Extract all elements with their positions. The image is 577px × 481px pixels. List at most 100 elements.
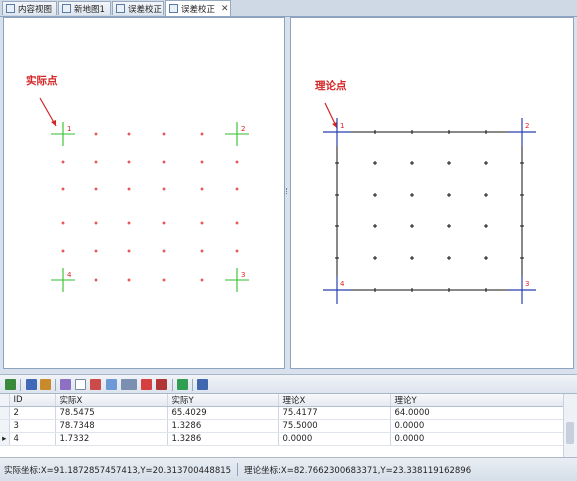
edit-all-icon[interactable] — [106, 379, 117, 390]
cell-theoretical-y[interactable]: 0.0000 — [390, 432, 564, 446]
theoretical-point-marker — [484, 256, 488, 260]
actual-point-marker — [162, 278, 166, 282]
theoretical-point-marker — [447, 256, 451, 260]
control-point-label: 3 — [525, 280, 529, 288]
actual-point-marker — [127, 278, 131, 282]
column-header-id[interactable]: ID — [9, 394, 56, 407]
cell-id[interactable]: 2 — [9, 406, 56, 420]
theoretical-point-marker — [484, 224, 488, 228]
transform-icon[interactable] — [177, 379, 188, 390]
control-point-cross — [508, 276, 536, 304]
actual-point-marker — [127, 187, 131, 191]
actual-point-marker — [200, 278, 204, 282]
cell-actual-y[interactable]: 1.3286 — [167, 419, 279, 433]
actual-point-marker — [235, 187, 239, 191]
cell-actual-y[interactable]: 65.4029 — [167, 406, 279, 420]
delete-all-icon[interactable] — [156, 379, 167, 390]
actual-point-marker — [127, 249, 131, 253]
cell-theoretical-x[interactable]: 75.4177 — [278, 406, 391, 420]
cell-actual-y[interactable]: 1.3286 — [167, 432, 279, 446]
cell-theoretical-y[interactable]: 64.0000 — [390, 406, 564, 420]
tab-content-view[interactable]: 内容视图 — [2, 1, 57, 15]
actual-point-marker — [94, 249, 98, 253]
correction-icon — [169, 4, 178, 13]
control-point-label: 2 — [241, 125, 245, 133]
column-header-theoretical-y[interactable]: 理论Y — [390, 394, 564, 407]
control-point-cross — [323, 118, 351, 146]
edit-icon[interactable] — [90, 379, 101, 390]
column-header-actual-x[interactable]: 实际X — [55, 394, 168, 407]
actual-point-marker — [94, 278, 98, 282]
actual-point-marker — [94, 187, 98, 191]
actual-point-marker — [162, 132, 166, 136]
control-point-label: 1 — [340, 122, 344, 130]
control-point-label: 1 — [67, 125, 71, 133]
map-icon — [62, 4, 71, 13]
actual-point-marker — [162, 187, 166, 191]
control-points-table[interactable]: ID 实际X 实际Y 理论X 理论Y 2 78.5475 65.4029 75.… — [0, 394, 577, 458]
theoretical-point-marker — [410, 256, 414, 260]
actual-point-marker — [162, 160, 166, 164]
cell-theoretical-y[interactable]: 0.0000 — [390, 419, 564, 433]
column-header-actual-y[interactable]: 实际Y — [167, 394, 279, 407]
theoretical-point-marker — [484, 161, 488, 165]
cell-theoretical-x[interactable]: 75.5000 — [278, 419, 391, 433]
current-row-indicator[interactable]: ▸ — [0, 432, 10, 446]
cell-id[interactable]: 4 — [9, 432, 56, 446]
actual-point-marker — [162, 249, 166, 253]
control-point-label: 4 — [67, 271, 72, 279]
theoretical-point-marker — [410, 161, 414, 165]
scrollbar-thumb[interactable] — [566, 422, 574, 444]
wand-icon[interactable] — [60, 379, 71, 390]
theoretical-point-marker — [373, 193, 377, 197]
content-view-icon — [6, 4, 15, 13]
add-icon[interactable] — [5, 379, 16, 390]
tab-new-map[interactable]: 新地图1 — [58, 1, 111, 15]
actual-point-marker — [200, 221, 204, 225]
cell-actual-x[interactable]: 78.7348 — [55, 419, 168, 433]
actual-point-marker — [235, 249, 239, 253]
actual-coordinate-status: 实际坐标:X=91.1872857457413,Y=20.31370044881… — [4, 465, 232, 476]
add-point-icon[interactable] — [75, 379, 86, 390]
tab-error-correction-2[interactable]: 误差校正 ✕ — [165, 0, 231, 16]
options-icon[interactable] — [197, 379, 208, 390]
toolbar-separator — [20, 379, 21, 391]
cell-actual-x[interactable]: 1.7332 — [55, 432, 168, 446]
toolbar-separator — [55, 379, 56, 391]
row-indicator[interactable] — [0, 419, 10, 433]
theoretical-points-view[interactable]: 理论点 1234 — [290, 17, 574, 369]
actual-point-marker — [94, 132, 98, 136]
control-point-label: 3 — [241, 271, 245, 279]
table-vertical-scrollbar[interactable] — [563, 394, 577, 457]
column-header-theoretical-x[interactable]: 理论X — [278, 394, 391, 407]
document-tab-bar: 内容视图 新地图1 误差校正 误差校正 ✕ — [0, 0, 577, 17]
cell-theoretical-x[interactable]: 0.0000 — [278, 432, 391, 446]
theoretical-point-marker — [410, 224, 414, 228]
close-tab-icon[interactable]: ✕ — [221, 4, 229, 14]
theoretical-point-marker — [410, 193, 414, 197]
actual-point-marker — [61, 221, 65, 225]
table-row[interactable]: ▸ 4 1.7332 1.3286 0.0000 0.0000 — [0, 432, 564, 446]
delete-icon[interactable] — [141, 379, 152, 390]
theoretical-point-marker — [484, 193, 488, 197]
actual-points-view[interactable]: 实际点 1234 — [3, 17, 285, 369]
theoretical-point-marker — [373, 256, 377, 260]
theoretical-points-canvas[interactable]: 1 2 3 4 — [291, 18, 573, 368]
table-row[interactable]: 3 78.7348 1.3286 75.5000 0.0000 — [0, 419, 564, 433]
tab-error-correction-1[interactable]: 误差校正 — [112, 1, 164, 15]
export-icon[interactable] — [40, 379, 51, 390]
table-row[interactable]: 2 78.5475 65.4029 75.4177 64.0000 — [0, 406, 564, 420]
actual-point-marker — [127, 221, 131, 225]
calculate-icon[interactable] — [121, 379, 137, 390]
control-point-cross — [323, 276, 351, 304]
theoretical-point-marker — [447, 193, 451, 197]
actual-points-canvas[interactable]: 1 2 3 4 — [4, 18, 284, 368]
cell-actual-x[interactable]: 78.5475 — [55, 406, 168, 420]
save-icon[interactable] — [26, 379, 37, 390]
theoretical-coordinate-status: 理论坐标:X=82.7662300683371,Y=23.33811916289… — [244, 465, 472, 476]
cell-id[interactable]: 3 — [9, 419, 56, 433]
tab-label: 误差校正 — [128, 4, 163, 15]
row-indicator[interactable] — [0, 406, 10, 420]
theoretical-point-marker — [373, 161, 377, 165]
tab-label: 新地图1 — [74, 4, 105, 15]
